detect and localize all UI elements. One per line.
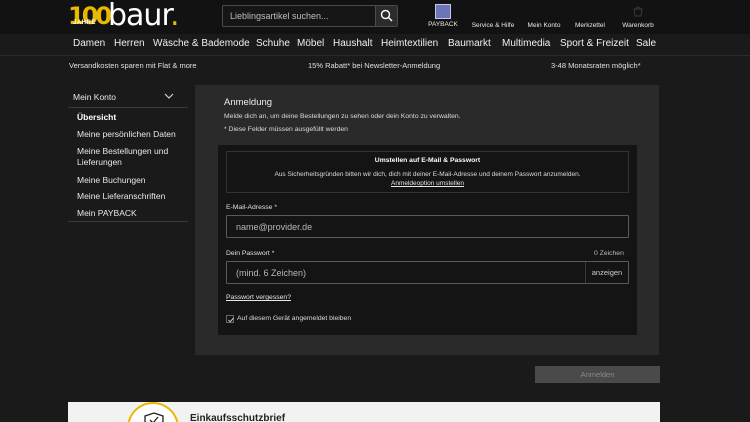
remember-checkbox[interactable] — [226, 315, 234, 323]
category-schuhe[interactable]: Schuhe — [256, 38, 290, 49]
email-input[interactable] — [227, 216, 628, 237]
category-sport[interactable]: Sport & Freizeit — [560, 38, 629, 49]
sidebar-item-personal-data[interactable]: Meine persönlichen Daten — [77, 129, 187, 140]
sidebar-item-bookings[interactable]: Meine Buchungen — [77, 175, 187, 186]
teaser-title: Einkaufsschutzbrief — [190, 413, 286, 422]
logo-word: baur. — [108, 0, 180, 33]
notice-box: Umstellen auf E-Mail & Passwort Aus Sich… — [226, 151, 629, 193]
nav-account[interactable]: Mein Konto — [524, 4, 564, 32]
nav-service-label: Service & Hilfe — [471, 22, 515, 29]
show-password-button[interactable]: anzeigen — [585, 262, 628, 283]
search-input[interactable] — [223, 6, 375, 26]
logo-jahre: JAHRE — [73, 20, 96, 26]
category-baumarkt[interactable]: Baumarkt — [448, 38, 491, 49]
search-button[interactable] — [375, 6, 397, 26]
sidebar-title: Mein Konto — [73, 92, 116, 102]
category-multimedia[interactable]: Multimedia — [502, 38, 550, 49]
category-herren[interactable]: Herren — [114, 38, 145, 49]
category-waesche[interactable]: Wäsche & Bademode — [153, 38, 250, 49]
help-icon — [486, 5, 500, 19]
nav-wishlist[interactable]: Merkzettel — [570, 4, 610, 32]
cart-icon — [633, 6, 643, 17]
password-label: Dein Passwort * — [226, 250, 275, 257]
password-input[interactable] — [227, 262, 585, 283]
switch-login-option-link[interactable]: Anmeldeoption umstellen — [227, 180, 628, 187]
baur-logo[interactable]: 100 JAHRE baur. — [68, 0, 198, 33]
notice-text: Aus Sicherheitsgründen bitten wir dich, … — [274, 171, 581, 178]
shield-icon — [144, 412, 164, 422]
sidebar-divider — [68, 221, 188, 222]
payback-icon — [435, 4, 451, 19]
nav-cart-label: Warenkorb — [622, 22, 654, 29]
site-header: 100 JAHRE baur. PAYBACK Service & Hilfe … — [0, 0, 750, 34]
logo-word-text: baur — [108, 0, 171, 33]
heart-icon — [584, 7, 596, 18]
sidebar-item-addresses[interactable]: Meine Lieferanschriften — [77, 191, 187, 202]
nav-service[interactable]: Service & Hilfe — [468, 4, 518, 32]
promo-flat[interactable]: Versandkosten sparen mit Flat & more — [69, 61, 197, 70]
login-description: Melde dich an, um deine Bestellungen zu … — [224, 113, 461, 120]
nav-payback-label: PAYBACK — [428, 21, 458, 28]
category-damen[interactable]: Damen — [73, 38, 105, 49]
sidebar-header[interactable]: Mein Konto — [68, 86, 188, 108]
notice-title: Umstellen auf E-Mail & Passwort — [374, 157, 481, 164]
nav-cart[interactable]: Warenkorb — [617, 4, 659, 32]
nav-wishlist-label: Merkzettel — [575, 22, 605, 29]
logo-dot: . — [170, 0, 179, 33]
search-bar — [222, 5, 398, 27]
nav-payback[interactable]: PAYBACK — [424, 4, 462, 32]
chevron-down-icon — [164, 93, 174, 99]
sidebar-item-payback[interactable]: Mein PAYBACK — [77, 208, 187, 219]
category-nav: Damen Herren Wäsche & Bademode Schuhe Mö… — [0, 34, 750, 56]
check-icon — [228, 317, 234, 323]
email-field — [226, 215, 629, 238]
password-counter: 0 Zeichen — [594, 250, 624, 257]
password-field: anzeigen — [226, 261, 629, 284]
forgot-password-link[interactable]: Passwort vergessen? — [226, 294, 291, 301]
sidebar-item-overview[interactable]: Übersicht — [77, 112, 187, 123]
nav-account-label: Mein Konto — [527, 22, 561, 29]
category-sale[interactable]: Sale — [636, 38, 656, 49]
category-moebel[interactable]: Möbel — [297, 38, 324, 49]
promo-newsletter[interactable]: 15% Rabatt* bei Newsletter-Anmeldung — [308, 61, 440, 70]
category-haushalt[interactable]: Haushalt — [333, 38, 372, 49]
login-title: Anmeldung — [224, 97, 273, 108]
category-heimtextilien[interactable]: Heimtextilien — [381, 38, 438, 49]
search-icon — [380, 9, 393, 22]
sidebar-item-orders[interactable]: Meine Bestellungen und Lieferungen — [77, 146, 187, 168]
remember-label: Auf diesem Gerät angemeldet bleiben — [237, 315, 352, 322]
login-button[interactable]: Anmelden — [535, 366, 660, 383]
user-icon — [540, 6, 548, 14]
email-label: E-Mail-Adresse * — [226, 204, 277, 211]
promo-installments[interactable]: 3-48 Monatsraten möglich* — [551, 61, 641, 70]
required-note: * Diese Felder müssen ausgefüllt werden — [224, 126, 348, 133]
